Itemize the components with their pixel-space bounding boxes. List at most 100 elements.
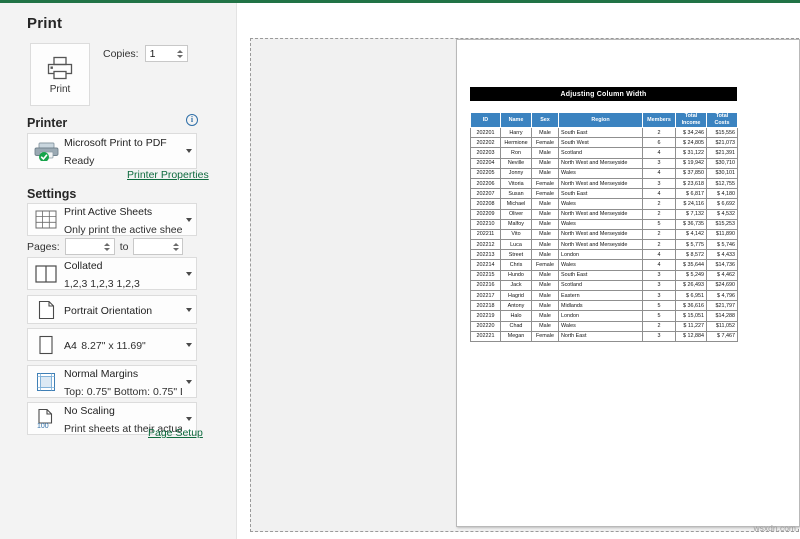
table-cell-name: Antony xyxy=(500,300,532,312)
page-title: Print xyxy=(27,15,63,32)
table-cell-name: Jack xyxy=(500,279,532,292)
table-cell-name: Susan xyxy=(500,188,532,200)
pages-to-decrement-icon[interactable] xyxy=(172,247,179,251)
printer-select[interactable]: Microsoft Print to PDF Ready xyxy=(27,133,197,169)
info-icon[interactable]: i xyxy=(186,114,198,126)
table-cell-name: Harry xyxy=(500,126,532,139)
table-cell-id: 202205 xyxy=(470,167,501,179)
table-row: 202216 Jack Male Scotland 3 $ 26,493 $24,690 xyxy=(470,279,738,292)
pages-to-spinner-arrows[interactable] xyxy=(170,239,181,254)
paper-size-line1: A4 xyxy=(64,339,77,352)
chevron-down-icon[interactable] xyxy=(182,307,196,312)
table-cell-name: Ron xyxy=(500,147,532,159)
print-button[interactable]: Print xyxy=(30,43,90,106)
table-cell-name: Chris xyxy=(500,259,532,271)
table-cell-total-costs: $21,797 xyxy=(706,300,738,312)
printer-icon xyxy=(46,55,74,81)
pages-from-spinner-arrows[interactable] xyxy=(102,239,113,254)
copies-input[interactable] xyxy=(145,46,175,61)
pages-from-decrement-icon[interactable] xyxy=(104,247,111,251)
chevron-down-icon[interactable] xyxy=(182,416,196,421)
pages-to-stepper[interactable] xyxy=(133,238,184,255)
table-cell-members: 3 xyxy=(642,330,676,342)
table-cell-total-costs: $ 4,532 xyxy=(706,208,738,220)
table-cell-total-income: $ 24,805 xyxy=(675,137,707,149)
chevron-down-icon[interactable] xyxy=(182,342,196,347)
table-cell-sex: Male xyxy=(531,126,559,139)
preview-page[interactable]: Adjusting Column Width ID Name Sex Regio… xyxy=(456,39,800,527)
table-cell-name: Halo xyxy=(500,310,532,322)
pages-to-label: to xyxy=(119,240,129,253)
table-cell-id: 202210 xyxy=(470,218,501,230)
copies-decrement-icon[interactable] xyxy=(177,54,184,58)
table-cell-total-costs: $ 7,467 xyxy=(706,330,738,342)
table-cell-members: 2 xyxy=(642,208,676,220)
margins-text: Normal Margins Top: 0.75" Bottom: 0.75" … xyxy=(64,364,182,400)
pages-from-input[interactable] xyxy=(65,239,100,254)
pages-to-input[interactable] xyxy=(134,239,169,254)
paper-size-text: A4 8.27" x 11.69" xyxy=(64,336,182,354)
collation-select[interactable]: Collated 1,2,3 1,2,3 1,2,3 xyxy=(27,257,197,290)
pages-range-row: Pages: to xyxy=(27,238,184,255)
table-cell-sex: Male xyxy=(531,228,559,241)
table-cell-region: Midlands xyxy=(558,300,643,312)
chevron-down-icon[interactable] xyxy=(182,271,196,276)
table-cell-total-income: $ 6,817 xyxy=(675,188,707,200)
collate-icon xyxy=(28,264,64,283)
scaling-100-icon: 100 xyxy=(28,408,64,429)
pages-from-increment-icon[interactable] xyxy=(104,242,111,246)
chevron-down-icon[interactable] xyxy=(182,217,196,222)
table-cell-total-costs: $30,710 xyxy=(706,157,738,169)
print-range-select[interactable]: Print Active Sheets Only print the activ… xyxy=(27,203,197,236)
table-cell-total-income: $ 19,942 xyxy=(675,157,707,169)
table-cell-total-costs: $ 4,433 xyxy=(706,249,738,261)
table-row: 202214 Chris Female Wales 4 $ 35,644 $14,736 xyxy=(470,259,738,271)
chevron-down-icon[interactable] xyxy=(182,149,196,153)
table-header-row: ID Name Sex Region Members Total Income T… xyxy=(470,112,738,128)
table-cell-id: 202218 xyxy=(470,300,501,312)
table-cell-sex: Female xyxy=(531,177,559,190)
table-cell-members: 4 xyxy=(642,249,676,261)
svg-text:100: 100 xyxy=(37,423,49,429)
chevron-down-icon[interactable] xyxy=(182,379,196,384)
table-cell-name: Malfoy xyxy=(500,218,532,230)
table-cell-name: Hagrid xyxy=(500,289,532,302)
table-header: ID Name Sex Region Members Total Income T… xyxy=(470,112,738,128)
table-cell-total-costs: $ 5,746 xyxy=(706,239,738,251)
table-cell-total-income: $ 26,493 xyxy=(675,279,707,292)
table-cell-total-costs: $ 4,462 xyxy=(706,269,738,281)
printer-properties-link[interactable]: Printer Properties xyxy=(127,169,209,181)
col-header-members: Members xyxy=(642,112,676,128)
table-cell-id: 202204 xyxy=(470,157,501,169)
table-cell-region: North West and Merseyside xyxy=(558,239,643,251)
pages-to-increment-icon[interactable] xyxy=(172,242,179,246)
table-cell-total-income: $ 5,775 xyxy=(675,239,707,251)
table-cell-total-costs: $21,391 xyxy=(706,147,738,159)
table-cell-total-income: $ 24,116 xyxy=(675,198,707,210)
table-cell-sex: Male xyxy=(531,279,559,292)
table-cell-sex: Male xyxy=(531,167,559,179)
table-cell-id: 202203 xyxy=(470,147,501,159)
table-cell-sex: Male xyxy=(531,208,559,220)
copies-stepper[interactable] xyxy=(144,45,188,62)
copies-increment-icon[interactable] xyxy=(177,49,184,53)
table-cell-members: 5 xyxy=(642,310,676,322)
table-cell-id: 202202 xyxy=(470,137,501,149)
printer-ready-icon xyxy=(28,141,64,161)
paper-size-select[interactable]: A4 8.27" x 11.69" xyxy=(27,328,197,361)
collation-line1: Collated xyxy=(64,259,103,272)
table-cell-name: Michael xyxy=(500,198,532,210)
table-cell-region: Wales xyxy=(558,198,643,210)
col-header-region: Region xyxy=(558,112,643,128)
col-header-total-costs: Total Costs xyxy=(706,112,738,128)
table-cell-members: 3 xyxy=(642,289,676,302)
orientation-select[interactable]: Portrait Orientation xyxy=(27,295,197,324)
pages-from-stepper[interactable] xyxy=(64,238,115,255)
printer-section-heading: Printer xyxy=(27,116,68,130)
table-row: 202209 Oliver Male North West and Merseysid… xyxy=(470,208,738,220)
watermark: wsxdn.com xyxy=(753,523,796,533)
page-setup-link[interactable]: Page Setup xyxy=(148,427,203,439)
copies-spinner-arrows[interactable] xyxy=(175,46,186,61)
margins-select[interactable]: Normal Margins Top: 0.75" Bottom: 0.75" … xyxy=(27,365,197,398)
table-cell-total-income: $ 7,132 xyxy=(675,208,707,220)
